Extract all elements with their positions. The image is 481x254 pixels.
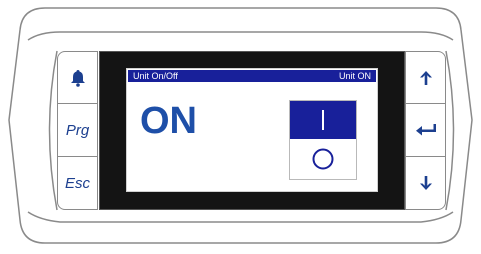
lcd-status: Unit ON <box>338 71 371 81</box>
lcd-title: Unit On/Off <box>133 71 178 81</box>
unit-state-value: ON <box>140 100 197 142</box>
down-button[interactable] <box>405 156 446 210</box>
arrow-up-icon <box>419 70 433 86</box>
esc-button[interactable]: Esc <box>57 156 98 210</box>
prg-button-label: Prg <box>65 121 90 139</box>
on-symbol-icon <box>322 110 324 130</box>
up-button[interactable] <box>405 51 446 104</box>
bell-icon <box>70 69 86 87</box>
lcd-header: Unit On/Off Unit ON <box>128 70 376 82</box>
off-symbol-icon <box>312 148 334 170</box>
enter-arrow-icon <box>415 123 437 137</box>
toggle-on-option[interactable] <box>290 101 356 139</box>
prg-button[interactable]: Prg <box>57 103 98 157</box>
arrow-down-icon <box>419 175 433 191</box>
lcd-display: Unit On/Off Unit ON ON <box>126 68 378 192</box>
on-off-toggle[interactable] <box>289 100 357 180</box>
toggle-off-option[interactable] <box>290 139 356 179</box>
alarm-button[interactable] <box>57 51 98 104</box>
enter-button[interactable] <box>405 103 446 157</box>
esc-button-label: Esc <box>64 174 90 192</box>
